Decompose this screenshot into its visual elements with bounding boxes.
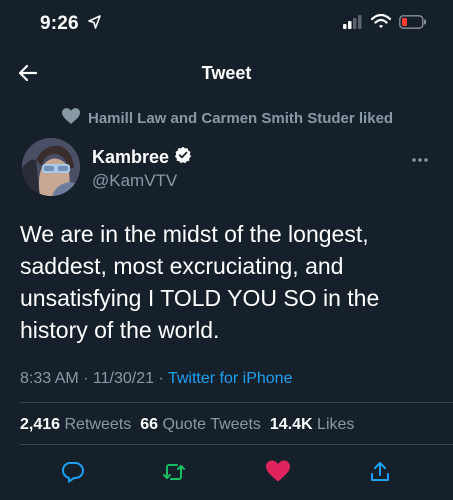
tweet-text: We are in the midst of the longest, sadd…	[20, 221, 380, 343]
share-icon[interactable]	[368, 460, 392, 484]
social-context[interactable]: Hamill Law and Carmen Smith Studer liked	[62, 108, 393, 128]
location-arrow-icon	[88, 13, 102, 35]
status-time: 9:26	[40, 13, 102, 35]
author-handle[interactable]: @KamVTV	[92, 171, 177, 191]
reply-icon[interactable]	[61, 460, 85, 484]
tweet-source-link[interactable]: Twitter for iPhone	[168, 370, 293, 387]
retweet-icon[interactable]	[162, 460, 186, 484]
nav-header: Tweet	[0, 48, 453, 98]
retweets-label: Retweets	[64, 416, 132, 433]
action-bar	[0, 456, 453, 486]
more-horizontal-icon[interactable]	[411, 150, 429, 168]
retweets-stat[interactable]: 2,416 Retweets	[20, 416, 131, 434]
quote-tweets-stat[interactable]: 66 Quote Tweets	[140, 416, 261, 434]
page-title: Tweet	[201, 63, 252, 83]
wifi-icon	[370, 13, 392, 34]
tweet-meta: 8:33 AM · 11/30/21 · Twitter for iPhone	[20, 370, 292, 388]
status-icons	[343, 13, 427, 34]
cellular-signal-icon	[343, 14, 363, 34]
author-name[interactable]: Kambree	[92, 146, 192, 169]
likes-stat[interactable]: 14.4K Likes	[270, 416, 355, 434]
avatar[interactable]	[22, 138, 80, 196]
heart-filled-icon[interactable]	[266, 460, 290, 484]
quotes-count: 66	[140, 416, 158, 433]
status-bar: 9:26	[0, 0, 453, 48]
likes-count: 14.4K	[269, 416, 313, 433]
tweet-time[interactable]: 8:33 AM	[20, 370, 79, 387]
tweet-stats: 2,416 Retweets 66 Quote Tweets 14.4K Lik…	[20, 416, 354, 434]
meta-separator: ·	[158, 370, 168, 387]
quotes-label: Quote Tweets	[162, 416, 261, 433]
tweet-date[interactable]: 11/30/21	[93, 370, 154, 387]
verified-badge-icon	[174, 146, 192, 169]
battery-low-icon	[399, 14, 427, 34]
meta-separator: ·	[83, 370, 93, 387]
heart-icon	[62, 108, 80, 128]
author-name-text: Kambree	[92, 147, 170, 167]
social-context-label: Hamill Law and Carmen Smith Studer liked	[88, 109, 394, 127]
status-time-text: 9:26	[40, 13, 79, 35]
divider	[20, 402, 453, 403]
retweets-count: 2,416	[20, 416, 61, 433]
divider	[20, 444, 453, 445]
likes-label: Likes	[317, 416, 355, 433]
